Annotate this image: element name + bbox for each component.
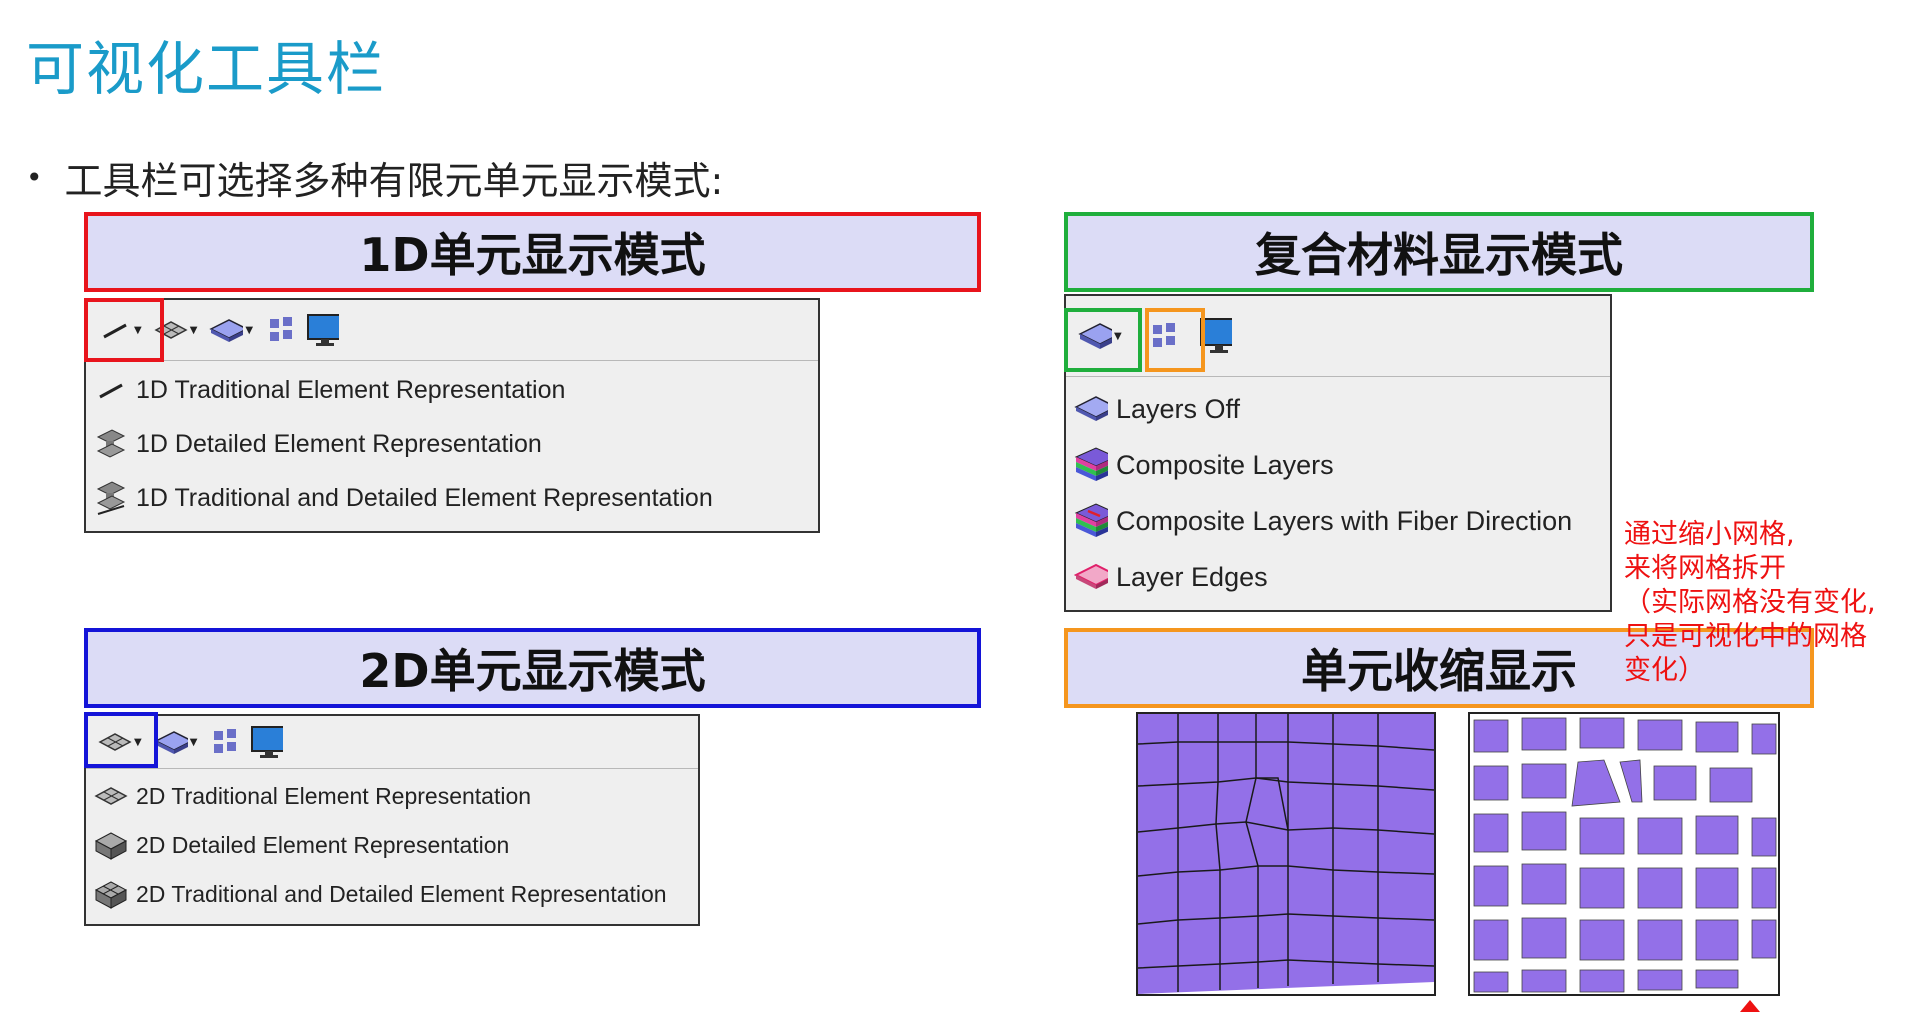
menu-item-2d-trad-detailed[interactable]: 2D Traditional and Detailed Element Repr…	[94, 877, 667, 911]
fiber-direction-icon	[1074, 503, 1108, 538]
header-shrink-label: 单元收缩显示	[1301, 644, 1577, 698]
menu-item-label: Layers Off	[1116, 393, 1241, 424]
menu-item-layers-off[interactable]: Layers Off	[1074, 392, 1240, 426]
i-beam-icon	[94, 427, 128, 461]
menu-item-label: 1D Traditional Element Representation	[136, 375, 566, 404]
chevron-down-icon[interactable]: ▼	[245, 325, 253, 336]
annotation-note: 通过缩小网格, 来将网格拆开 （实际网格没有变化, 只是可视化中的网格 变化）	[1624, 519, 1876, 686]
menu-item-1d-traditional[interactable]: 1D Traditional Element Representation	[94, 373, 565, 407]
toolbar-panel-2d: ▼ ▼ 2D Traditional Element Representatio…	[84, 714, 700, 926]
layer-edges-icon	[1074, 560, 1108, 594]
menu-item-composite-fiber[interactable]: Composite Layers with Fiber Direction	[1074, 503, 1573, 538]
menu-item-2d-detailed[interactable]: 2D Detailed Element Representation	[94, 828, 509, 862]
menu-item-label: Composite Layers with Fiber Direction	[1116, 505, 1573, 536]
header-2d-label: 2D单元显示模式	[359, 644, 706, 698]
solid-block-icon	[94, 828, 128, 862]
menu-item-label: Layer Edges	[1116, 561, 1268, 592]
monitor-icon[interactable]	[249, 725, 284, 759]
toolbar-1d: ▼ ▼ ▼	[86, 300, 818, 361]
layers-off-icon	[1074, 392, 1108, 426]
toolbar-2d: ▼ ▼	[86, 716, 698, 769]
highlight-shrink-button	[1145, 308, 1205, 372]
mesh-shrunk-image	[1468, 712, 1780, 996]
toolbar-panel-1d: ▼ ▼ ▼ 1D Traditional Element Representat…	[84, 298, 820, 533]
i-beam-line-icon	[94, 481, 128, 515]
menu-item-1d-detailed[interactable]: 1D Detailed Element Representation	[94, 427, 542, 461]
menu-item-composite-layers[interactable]: Composite Layers	[1074, 447, 1334, 482]
bullet-text: 工具栏可选择多种有限元单元显示模式:	[64, 159, 724, 203]
menu-item-label: 2D Traditional Element Representation	[136, 782, 532, 809]
shrink-elements-icon[interactable]	[265, 313, 299, 347]
header-composite-label: 复合材料显示模式	[1255, 228, 1623, 282]
highlight-composite-button	[1064, 308, 1142, 372]
mesh-plate-icon	[94, 779, 128, 813]
highlight-2d-button	[84, 712, 158, 768]
highlight-1d-button	[84, 298, 164, 362]
slide-corner-marker-icon	[1740, 1000, 1760, 1012]
solid-block-mesh-icon	[94, 877, 128, 911]
page-title: 可视化工具栏	[26, 35, 387, 103]
menu-item-label: 1D Detailed Element Representation	[136, 429, 542, 458]
mesh-normal-image	[1136, 712, 1436, 996]
composite-layers-icon	[1074, 447, 1108, 482]
menu-item-label: 2D Detailed Element Representation	[136, 831, 510, 858]
menu-item-layer-edges[interactable]: Layer Edges	[1074, 560, 1268, 594]
menu-item-label: Composite Layers	[1116, 449, 1334, 480]
shaded-plate-icon[interactable]	[154, 725, 188, 759]
header-composite: 复合材料显示模式	[1064, 212, 1814, 292]
bullet-line: • 工具栏可选择多种有限元单元显示模式:	[26, 150, 723, 205]
line-element-icon	[94, 373, 128, 407]
shaded-plate-icon[interactable]	[209, 313, 244, 347]
header-2d: 2D单元显示模式	[84, 628, 981, 708]
menu-item-label: 2D Traditional and Detailed Element Repr…	[136, 880, 667, 907]
bullet-dot-icon: •	[26, 161, 43, 194]
menu-item-label: 1D Traditional and Detailed Element Repr…	[136, 483, 713, 512]
menu-item-1d-trad-detailed[interactable]: 1D Traditional and Detailed Element Repr…	[94, 481, 713, 515]
header-1d-label: 1D单元显示模式	[359, 228, 706, 282]
chevron-down-icon[interactable]: ▼	[190, 737, 198, 748]
chevron-down-icon[interactable]: ▼	[190, 325, 198, 336]
header-1d: 1D单元显示模式	[84, 212, 981, 292]
shrink-elements-icon[interactable]	[209, 725, 243, 759]
monitor-icon[interactable]	[305, 313, 340, 347]
menu-item-2d-traditional[interactable]: 2D Traditional Element Representation	[94, 779, 531, 813]
